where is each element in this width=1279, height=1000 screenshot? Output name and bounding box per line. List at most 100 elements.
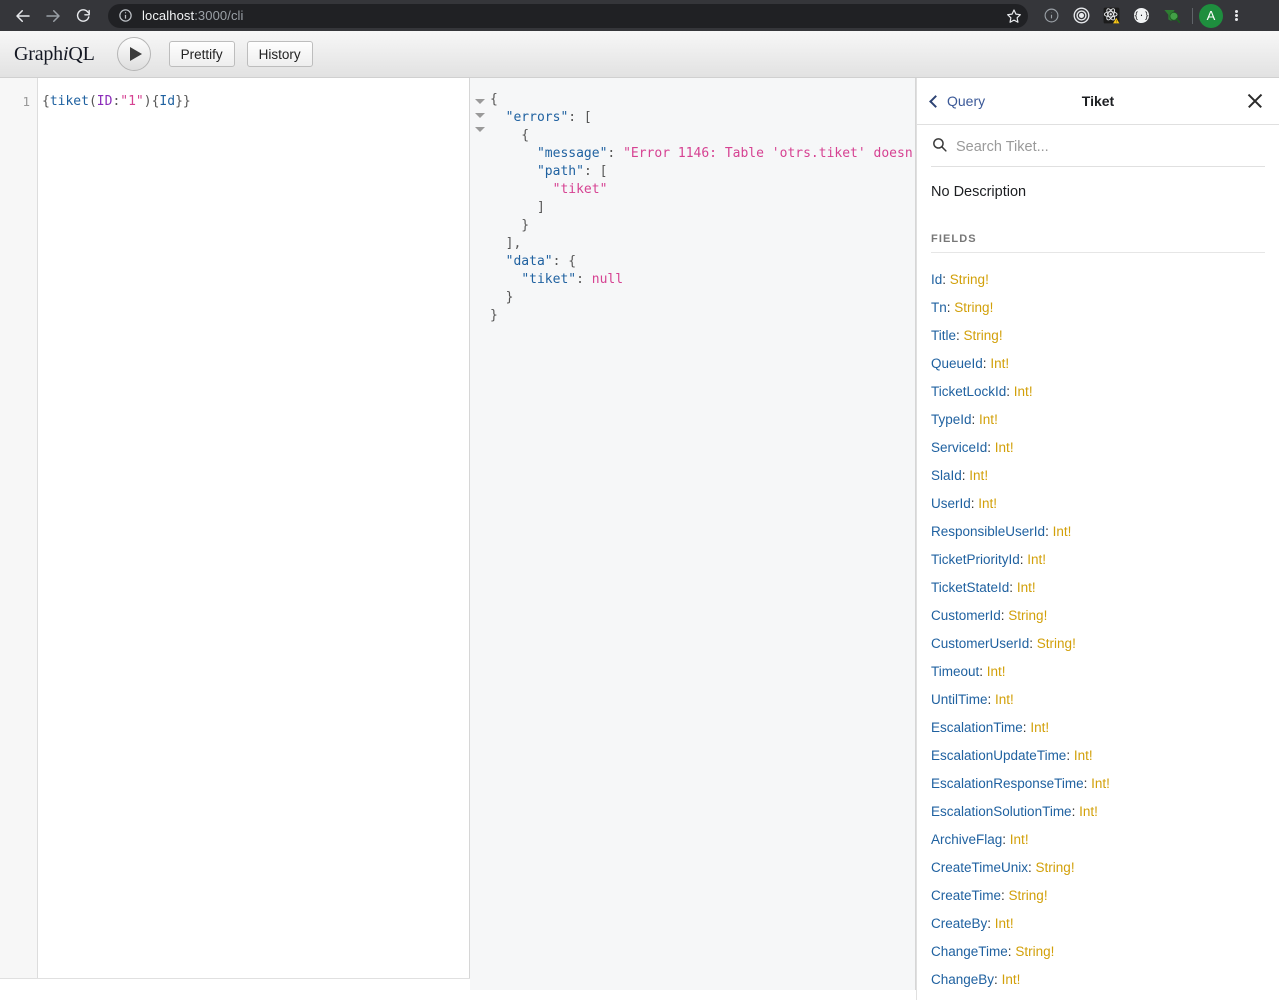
field-type[interactable]: Int [1074, 748, 1089, 763]
field-name[interactable]: EscalationUpdateTime [931, 748, 1066, 763]
field-row[interactable]: Id: String! [931, 266, 1265, 294]
field-row[interactable]: Title: String! [931, 322, 1265, 350]
field-row[interactable]: TicketStateId: Int! [931, 574, 1265, 602]
field-name[interactable]: UserId [931, 496, 971, 511]
field-row[interactable]: EscalationSolutionTime: Int! [931, 798, 1265, 826]
query-text[interactable]: {tiket(ID:"1"){Id}} [42, 92, 469, 112]
json-viewer-extension-icon[interactable]: {·} [1126, 2, 1156, 30]
avatar[interactable]: A [1199, 3, 1223, 28]
field-row[interactable]: UserId: Int! [931, 490, 1265, 518]
field-row[interactable]: ChangeTime: String! [931, 938, 1265, 966]
fold-toggle[interactable] [470, 108, 490, 122]
field-row[interactable]: ResponsibleUserId: Int! [931, 518, 1265, 546]
field-row[interactable]: TicketLockId: Int! [931, 378, 1265, 406]
field-name[interactable]: CustomerUserId [931, 636, 1029, 651]
reload-icon[interactable] [68, 1, 98, 31]
field-row[interactable]: UntilTime: Int! [931, 686, 1265, 714]
field-row[interactable]: CustomerUserId: String! [931, 630, 1265, 658]
target-extension-icon[interactable] [1066, 2, 1096, 30]
field-name[interactable]: Id [931, 272, 942, 287]
field-row[interactable]: CustomerId: String! [931, 602, 1265, 630]
field-type[interactable]: Int [1079, 804, 1094, 819]
field-row[interactable]: QueueId: Int! [931, 350, 1265, 378]
field-type[interactable]: Int [979, 412, 994, 427]
field-type[interactable]: Int [1014, 384, 1029, 399]
field-row[interactable]: CreateTime: String! [931, 882, 1265, 910]
field-type[interactable]: String [954, 300, 989, 315]
field-name[interactable]: SlaId [931, 468, 962, 483]
field-name[interactable]: EscalationResponseTime [931, 776, 1084, 791]
history-button[interactable]: History [246, 41, 313, 67]
field-type[interactable]: Int [990, 356, 1005, 371]
field-type[interactable]: Int [987, 664, 1002, 679]
prettify-button[interactable]: Prettify [168, 41, 235, 67]
field-name[interactable]: TicketStateId [931, 580, 1009, 595]
site-info-icon[interactable] [118, 8, 133, 23]
field-name[interactable]: ArchiveFlag [931, 832, 1002, 847]
field-name[interactable]: TicketPriorityId [931, 552, 1020, 567]
field-row[interactable]: CreateBy: Int! [931, 910, 1265, 938]
field-name[interactable]: CreateTimeUnix [931, 860, 1028, 875]
three-dot-menu-icon[interactable] [1223, 2, 1249, 30]
field-name[interactable]: Timeout [931, 664, 979, 679]
field-type[interactable]: Int [969, 468, 984, 483]
field-type[interactable]: Int [1002, 972, 1017, 987]
field-name[interactable]: ResponsibleUserId [931, 524, 1045, 539]
field-type[interactable]: Int [1091, 776, 1106, 791]
field-name[interactable]: Tn [931, 300, 947, 315]
field-type[interactable]: String [964, 328, 999, 343]
field-type[interactable]: Int [1017, 580, 1032, 595]
field-type[interactable]: Int [1010, 832, 1025, 847]
field-row[interactable]: TypeId: Int! [931, 406, 1265, 434]
field-type[interactable]: Int [978, 496, 993, 511]
field-name[interactable]: ServiceId [931, 440, 987, 455]
fold-toggle[interactable] [470, 122, 490, 136]
field-row[interactable]: Timeout: Int! [931, 658, 1265, 686]
field-type[interactable]: String [1037, 636, 1072, 651]
field-row[interactable]: Tn: String! [931, 294, 1265, 322]
field-row[interactable]: ChangeBy: Int! [931, 966, 1265, 994]
field-type[interactable]: Int [995, 440, 1010, 455]
react-devtools-extension-icon[interactable]: ! [1096, 2, 1126, 30]
address-bar[interactable]: localhost:3000/cli [108, 3, 1028, 28]
docs-back-button[interactable]: Query [929, 93, 985, 109]
field-row[interactable]: EscalationResponseTime: Int! [931, 770, 1265, 798]
close-icon[interactable] [1245, 91, 1265, 111]
query-editor-code[interactable]: {tiket(ID:"1"){Id}} [38, 78, 469, 1000]
field-type[interactable]: Int [1053, 524, 1068, 539]
field-type[interactable]: Int [1027, 552, 1042, 567]
fold-toggle[interactable] [470, 94, 490, 108]
field-row[interactable]: EscalationTime: Int! [931, 714, 1265, 742]
field-name[interactable]: CustomerId [931, 608, 1001, 623]
field-name[interactable]: QueueId [931, 356, 983, 371]
field-name[interactable]: CreateBy [931, 916, 987, 931]
field-name[interactable]: EscalationTime [931, 720, 1023, 735]
field-type[interactable]: Int [995, 916, 1010, 931]
field-name[interactable]: ChangeTime [931, 944, 1008, 959]
search-extension-icon[interactable] [1156, 2, 1186, 30]
field-row[interactable]: ServiceId: Int! [931, 434, 1265, 462]
field-name[interactable]: TicketLockId [931, 384, 1006, 399]
field-row[interactable]: SlaId: Int! [931, 462, 1265, 490]
field-type[interactable]: String [950, 272, 985, 287]
forward-arrow-icon[interactable] [38, 1, 68, 31]
field-row[interactable]: ArchiveFlag: Int! [931, 826, 1265, 854]
bookmark-star-icon[interactable] [1002, 4, 1026, 28]
query-editor-pane[interactable]: 1 {tiket(ID:"1"){Id}} [0, 78, 470, 1000]
field-name[interactable]: UntilTime [931, 692, 988, 707]
field-type[interactable]: String [1015, 944, 1050, 959]
field-row[interactable]: CreateTimeUnix: String! [931, 854, 1265, 882]
search-input[interactable] [956, 139, 1265, 155]
field-type[interactable]: Int [1030, 720, 1045, 735]
field-type[interactable]: String [1009, 888, 1044, 903]
back-arrow-icon[interactable] [8, 1, 38, 31]
field-type[interactable]: Int [995, 692, 1010, 707]
field-name[interactable]: TypeId [931, 412, 972, 427]
field-name[interactable]: ChangeBy [931, 972, 994, 987]
field-row[interactable]: EscalationUpdateTime: Int! [931, 742, 1265, 770]
execute-query-button[interactable] [116, 37, 151, 71]
field-type[interactable]: String [1036, 860, 1071, 875]
info-extension-icon[interactable] [1036, 2, 1066, 30]
field-name[interactable]: EscalationSolutionTime [931, 804, 1072, 819]
field-name[interactable]: CreateTime [931, 888, 1001, 903]
